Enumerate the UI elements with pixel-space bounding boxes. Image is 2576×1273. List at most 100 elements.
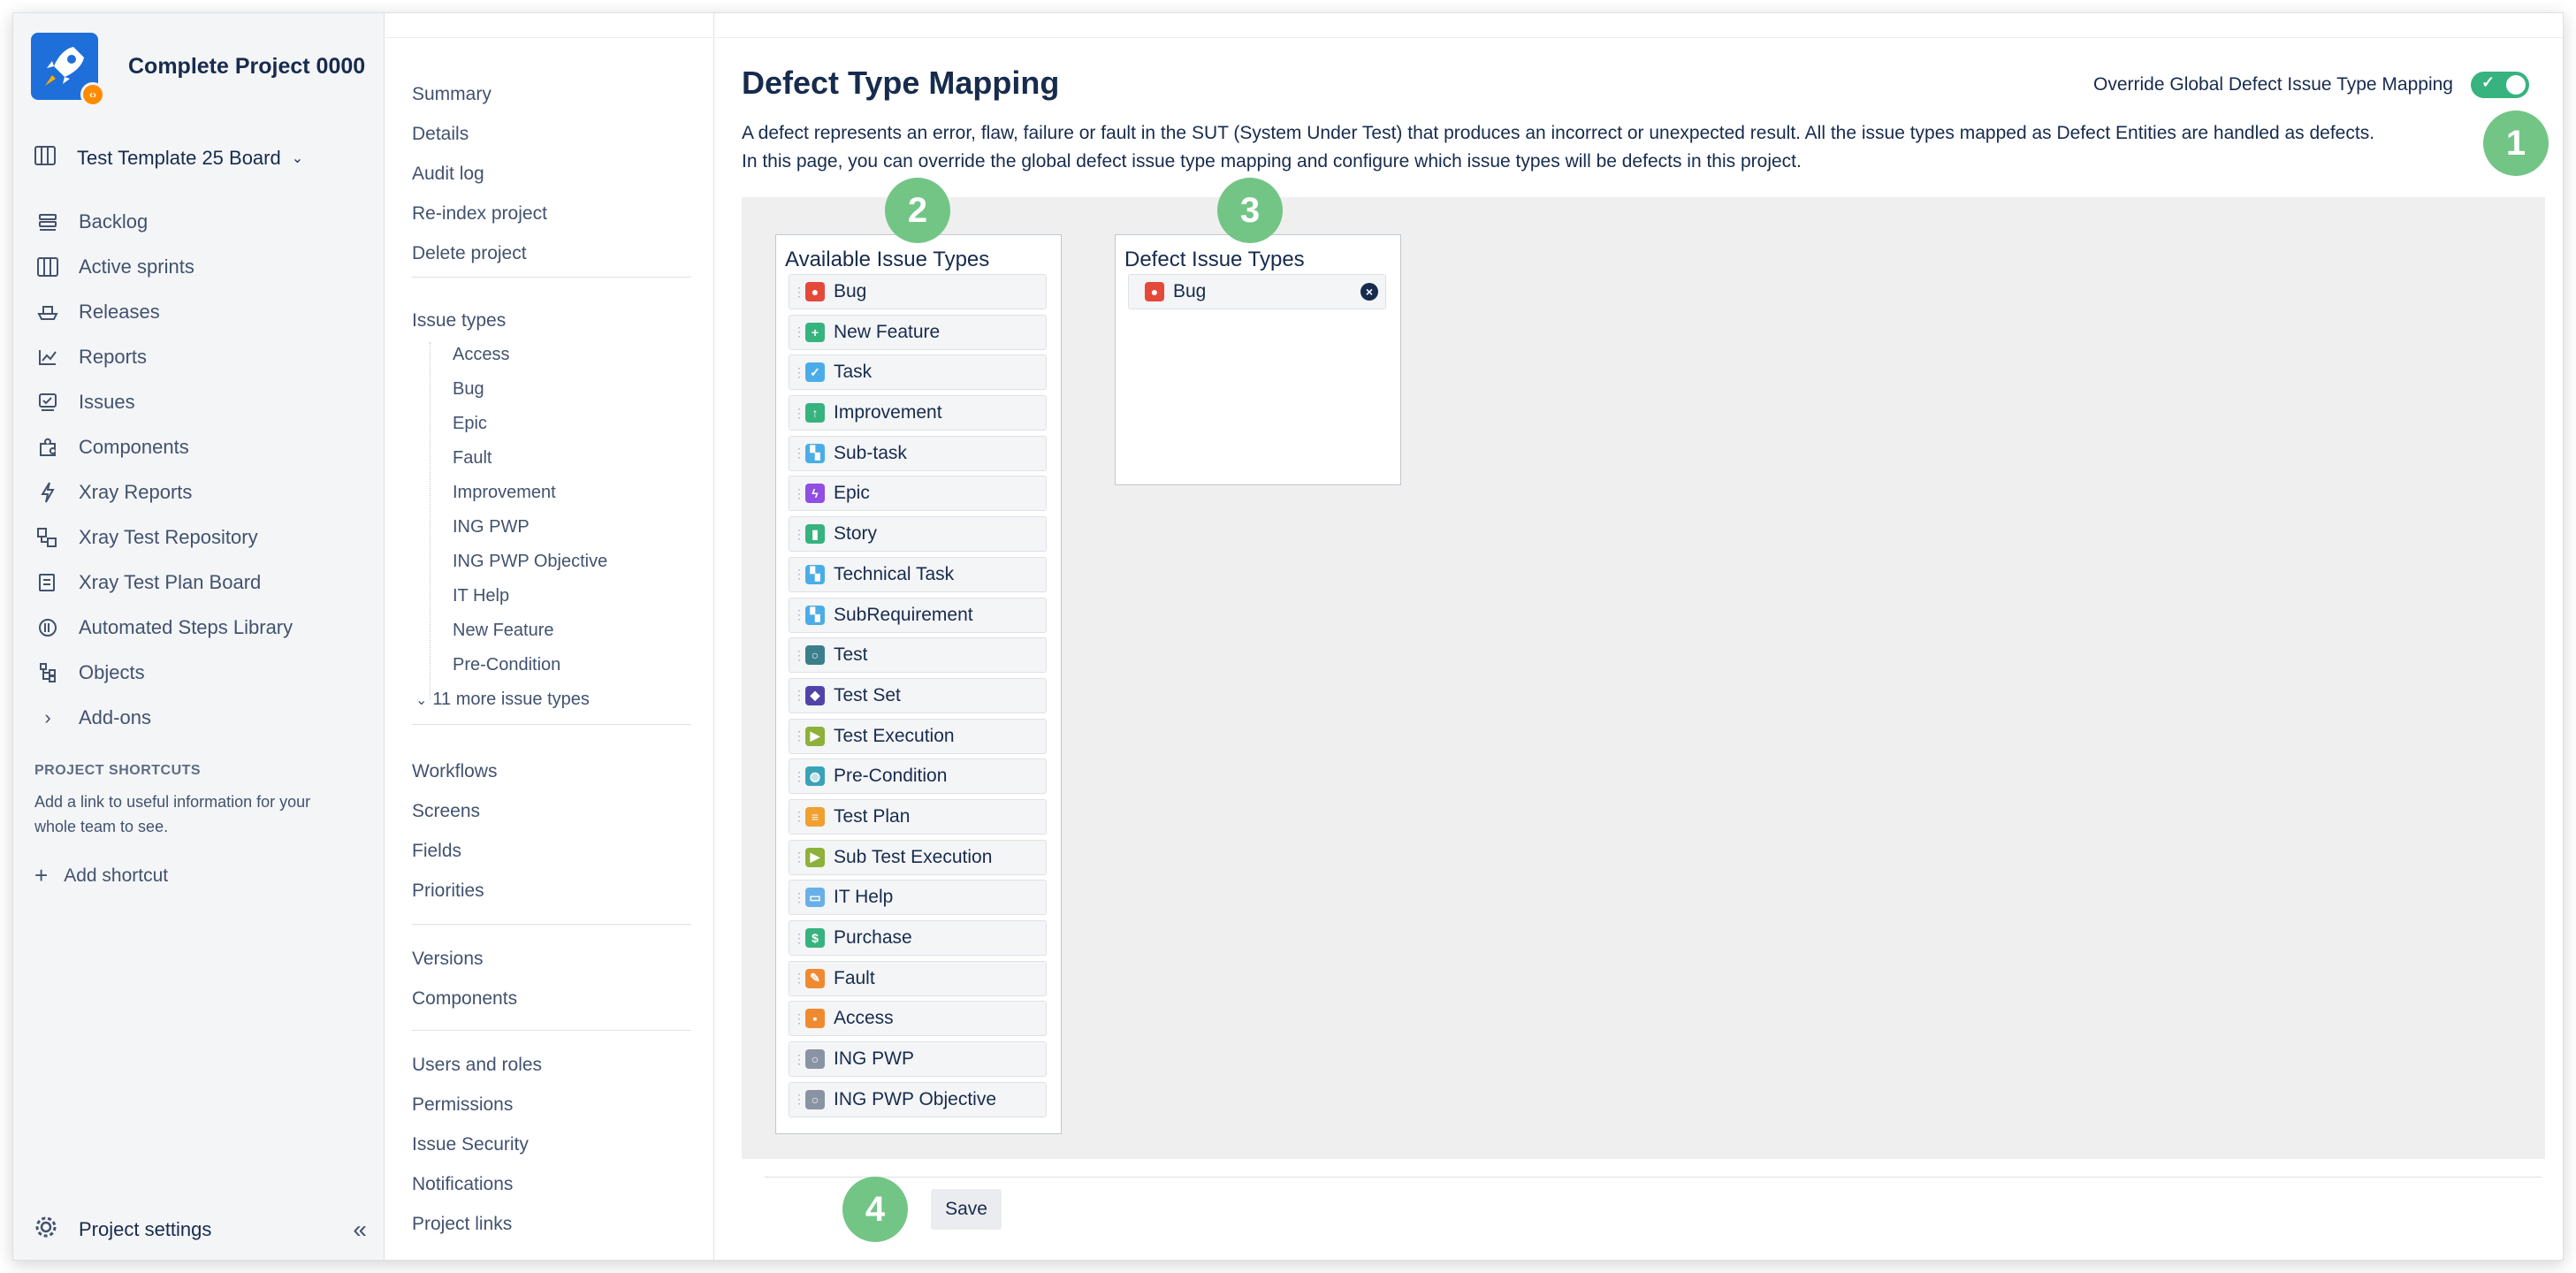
add-shortcut-button[interactable]: + Add shortcut <box>34 862 168 889</box>
issue-type-item[interactable]: ⋮⋮ ▚ SubRequirement <box>789 597 1047 633</box>
sidebar-item-add-ons[interactable]: › Add-ons <box>34 695 370 740</box>
issue-type-item[interactable]: ⋮⋮ ◆ Test Set <box>789 677 1047 713</box>
drag-handle-icon[interactable]: ⋮⋮ <box>793 648 815 663</box>
issue-type-link[interactable]: Fault <box>453 448 492 469</box>
drag-handle-icon[interactable]: ⋮⋮ <box>793 769 815 784</box>
sidebar-item-label: Issues <box>79 390 135 413</box>
settings-link-permissions[interactable]: Permissions <box>412 1094 513 1116</box>
issue-type-icon: + <box>805 322 825 342</box>
issue-type-link[interactable]: Pre-Condition <box>453 655 560 675</box>
issue-type-item[interactable]: ⋮⋮ ϟ Epic <box>789 476 1047 512</box>
drag-handle-icon[interactable]: ⋮⋮ <box>793 285 815 300</box>
sidebar-item-reports[interactable]: Reports <box>34 334 370 379</box>
sidebar-item-components[interactable]: Components <box>34 424 370 469</box>
settings-link-audit-log[interactable]: Audit log <box>412 164 484 185</box>
drag-handle-icon[interactable]: ⋮⋮ <box>793 971 815 986</box>
issue-type-item[interactable]: ⋮⋮ ↑ Improvement <box>789 395 1047 431</box>
sidebar-item-xray-reports[interactable]: Xray Reports <box>34 469 370 515</box>
step-marker-4: 4 <box>842 1177 908 1242</box>
settings-link-screens[interactable]: Screens <box>412 801 480 822</box>
issue-type-link[interactable]: Access <box>453 345 509 365</box>
settings-link-versions[interactable]: Versions <box>412 949 484 970</box>
settings-link-reindex[interactable]: Re-index project <box>412 203 547 225</box>
issue-type-link[interactable]: IT Help <box>453 586 509 606</box>
issue-type-item[interactable]: ⋮⋮ ▮ Story <box>789 516 1047 553</box>
drag-handle-icon[interactable]: ⋮⋮ <box>793 890 815 905</box>
settings-link-summary[interactable]: Summary <box>412 84 492 105</box>
save-button[interactable]: Save <box>931 1189 1002 1230</box>
collapse-sidebar-icon[interactable]: « <box>353 1216 367 1244</box>
sidebar-item-xray-test-plan-board[interactable]: Xray Test Plan Board <box>34 560 370 605</box>
issue-type-item[interactable]: ⋮⋮ ○ ING PWP Objective <box>789 1081 1047 1117</box>
mapping-panel: Available Issue Types ⋮⋮ ● Bug ⋮⋮ + New Featu… <box>742 197 2545 1159</box>
issue-type-item[interactable]: ⋮⋮ ▚ Sub-task <box>789 435 1047 471</box>
sidebar-item-issues[interactable]: Issues <box>34 379 370 424</box>
settings-link-priorities[interactable]: Priorities <box>412 880 484 902</box>
issue-type-link[interactable]: Bug <box>453 379 484 400</box>
issue-type-item[interactable]: ⋮⋮ ○ ING PWP <box>789 1041 1047 1078</box>
issue-type-item[interactable]: ● Bug × <box>1128 274 1386 309</box>
issue-type-item[interactable]: ⋮⋮ ▚ Technical Task <box>789 556 1047 592</box>
settings-link-fields[interactable]: Fields <box>412 841 461 862</box>
drag-handle-icon[interactable]: ⋮⋮ <box>793 1092 815 1107</box>
issue-type-label: Epic <box>834 483 870 504</box>
drag-handle-icon[interactable]: ⋮⋮ <box>793 728 815 743</box>
settings-link-issue-types[interactable]: Issue types <box>412 310 506 332</box>
issue-type-item[interactable]: ⋮⋮ ▶ Test Execution <box>789 718 1047 754</box>
settings-link-details[interactable]: Details <box>412 124 469 145</box>
issue-type-item[interactable]: ⋮⋮ ◍ Pre-Condition <box>789 758 1047 795</box>
sidebar-item-label: Xray Test Plan Board <box>79 570 262 593</box>
sidebar-item-releases[interactable]: Releases <box>34 289 370 334</box>
settings-link-issue-security[interactable]: Issue Security <box>412 1134 529 1155</box>
issue-type-item[interactable]: ⋮⋮ $ Purchase <box>789 920 1047 956</box>
issue-type-link[interactable]: Improvement <box>453 483 556 503</box>
drag-handle-icon[interactable]: ⋮⋮ <box>793 406 815 421</box>
issue-type-link[interactable]: Epic <box>453 414 487 434</box>
drag-handle-icon[interactable]: ⋮⋮ <box>793 931 815 946</box>
settings-link-project-links[interactable]: Project links <box>412 1214 512 1235</box>
issue-type-link[interactable]: New Feature <box>453 621 554 641</box>
drag-handle-icon[interactable]: ⋮⋮ <box>793 1011 815 1026</box>
drag-handle-icon[interactable]: ⋮⋮ <box>793 324 815 339</box>
issue-type-item[interactable]: ⋮⋮ ● Bug <box>789 274 1047 309</box>
issue-type-icon: ▭ <box>805 888 825 908</box>
drag-handle-icon[interactable]: ⋮⋮ <box>793 446 815 461</box>
project-header[interactable]: ‹› Complete Project 0000 <box>31 33 365 107</box>
settings-link-components[interactable]: Components <box>412 988 517 1010</box>
issue-type-item[interactable]: ⋮⋮ + New Feature <box>789 314 1047 350</box>
board-selector[interactable]: Test Template 25 Board ⌄ <box>34 146 303 171</box>
sidebar-item-active-sprints[interactable]: Active sprints <box>34 244 370 289</box>
sidebar-item-xray-test-repository[interactable]: Xray Test Repository <box>34 515 370 560</box>
issue-type-item[interactable]: ⋮⋮ ▪ Access <box>789 1001 1047 1037</box>
description-line-1: A defect represents an error, flaw, fail… <box>742 123 2375 143</box>
settings-link-workflows[interactable]: Workflows <box>412 761 497 782</box>
drag-handle-icon[interactable]: ⋮⋮ <box>793 486 815 501</box>
drag-handle-icon[interactable]: ⋮⋮ <box>793 607 815 622</box>
settings-link-notifications[interactable]: Notifications <box>412 1174 513 1195</box>
issue-type-item[interactable]: ⋮⋮ ≡ Test Plan <box>789 798 1047 835</box>
settings-link-users-roles[interactable]: Users and roles <box>412 1055 542 1076</box>
drag-handle-icon[interactable]: ⋮⋮ <box>793 365 815 380</box>
sidebar-item-automated-steps-library[interactable]: Automated Steps Library <box>34 605 370 650</box>
issue-type-item[interactable]: ⋮⋮ ✓ Task <box>789 354 1047 391</box>
override-toggle[interactable]: ✓ <box>2471 72 2529 98</box>
issue-type-item[interactable]: ⋮⋮ ✎ Fault <box>789 960 1047 996</box>
issue-type-item[interactable]: ⋮⋮ ▭ IT Help <box>789 880 1047 916</box>
issue-type-link[interactable]: ING PWP Objective <box>453 552 607 572</box>
issue-type-link[interactable]: ING PWP <box>453 517 530 537</box>
remove-icon[interactable]: × <box>1360 283 1378 301</box>
sidebar-item-objects[interactable]: Objects <box>34 650 370 695</box>
drag-handle-icon[interactable]: ⋮⋮ <box>793 527 815 542</box>
settings-link-delete[interactable]: Delete project <box>412 243 527 264</box>
drag-handle-icon[interactable]: ⋮⋮ <box>793 567 815 582</box>
drag-handle-icon[interactable]: ⋮⋮ <box>793 850 815 865</box>
drag-handle-icon[interactable]: ⋮⋮ <box>793 688 815 703</box>
sidebar-item-label: Backlog <box>79 210 149 232</box>
project-settings-footer[interactable]: Project settings « <box>34 1216 367 1244</box>
sidebar-item-backlog[interactable]: Backlog <box>34 199 370 244</box>
drag-handle-icon[interactable]: ⋮⋮ <box>793 809 815 824</box>
issue-type-item[interactable]: ⋮⋮ ▶ Sub Test Execution <box>789 839 1047 875</box>
issue-type-item[interactable]: ⋮⋮ ○ Test <box>789 637 1047 674</box>
drag-handle-icon[interactable]: ⋮⋮ <box>793 1052 815 1067</box>
more-issue-types-toggle[interactable]: ⌄ 11 more issue types <box>415 690 590 710</box>
